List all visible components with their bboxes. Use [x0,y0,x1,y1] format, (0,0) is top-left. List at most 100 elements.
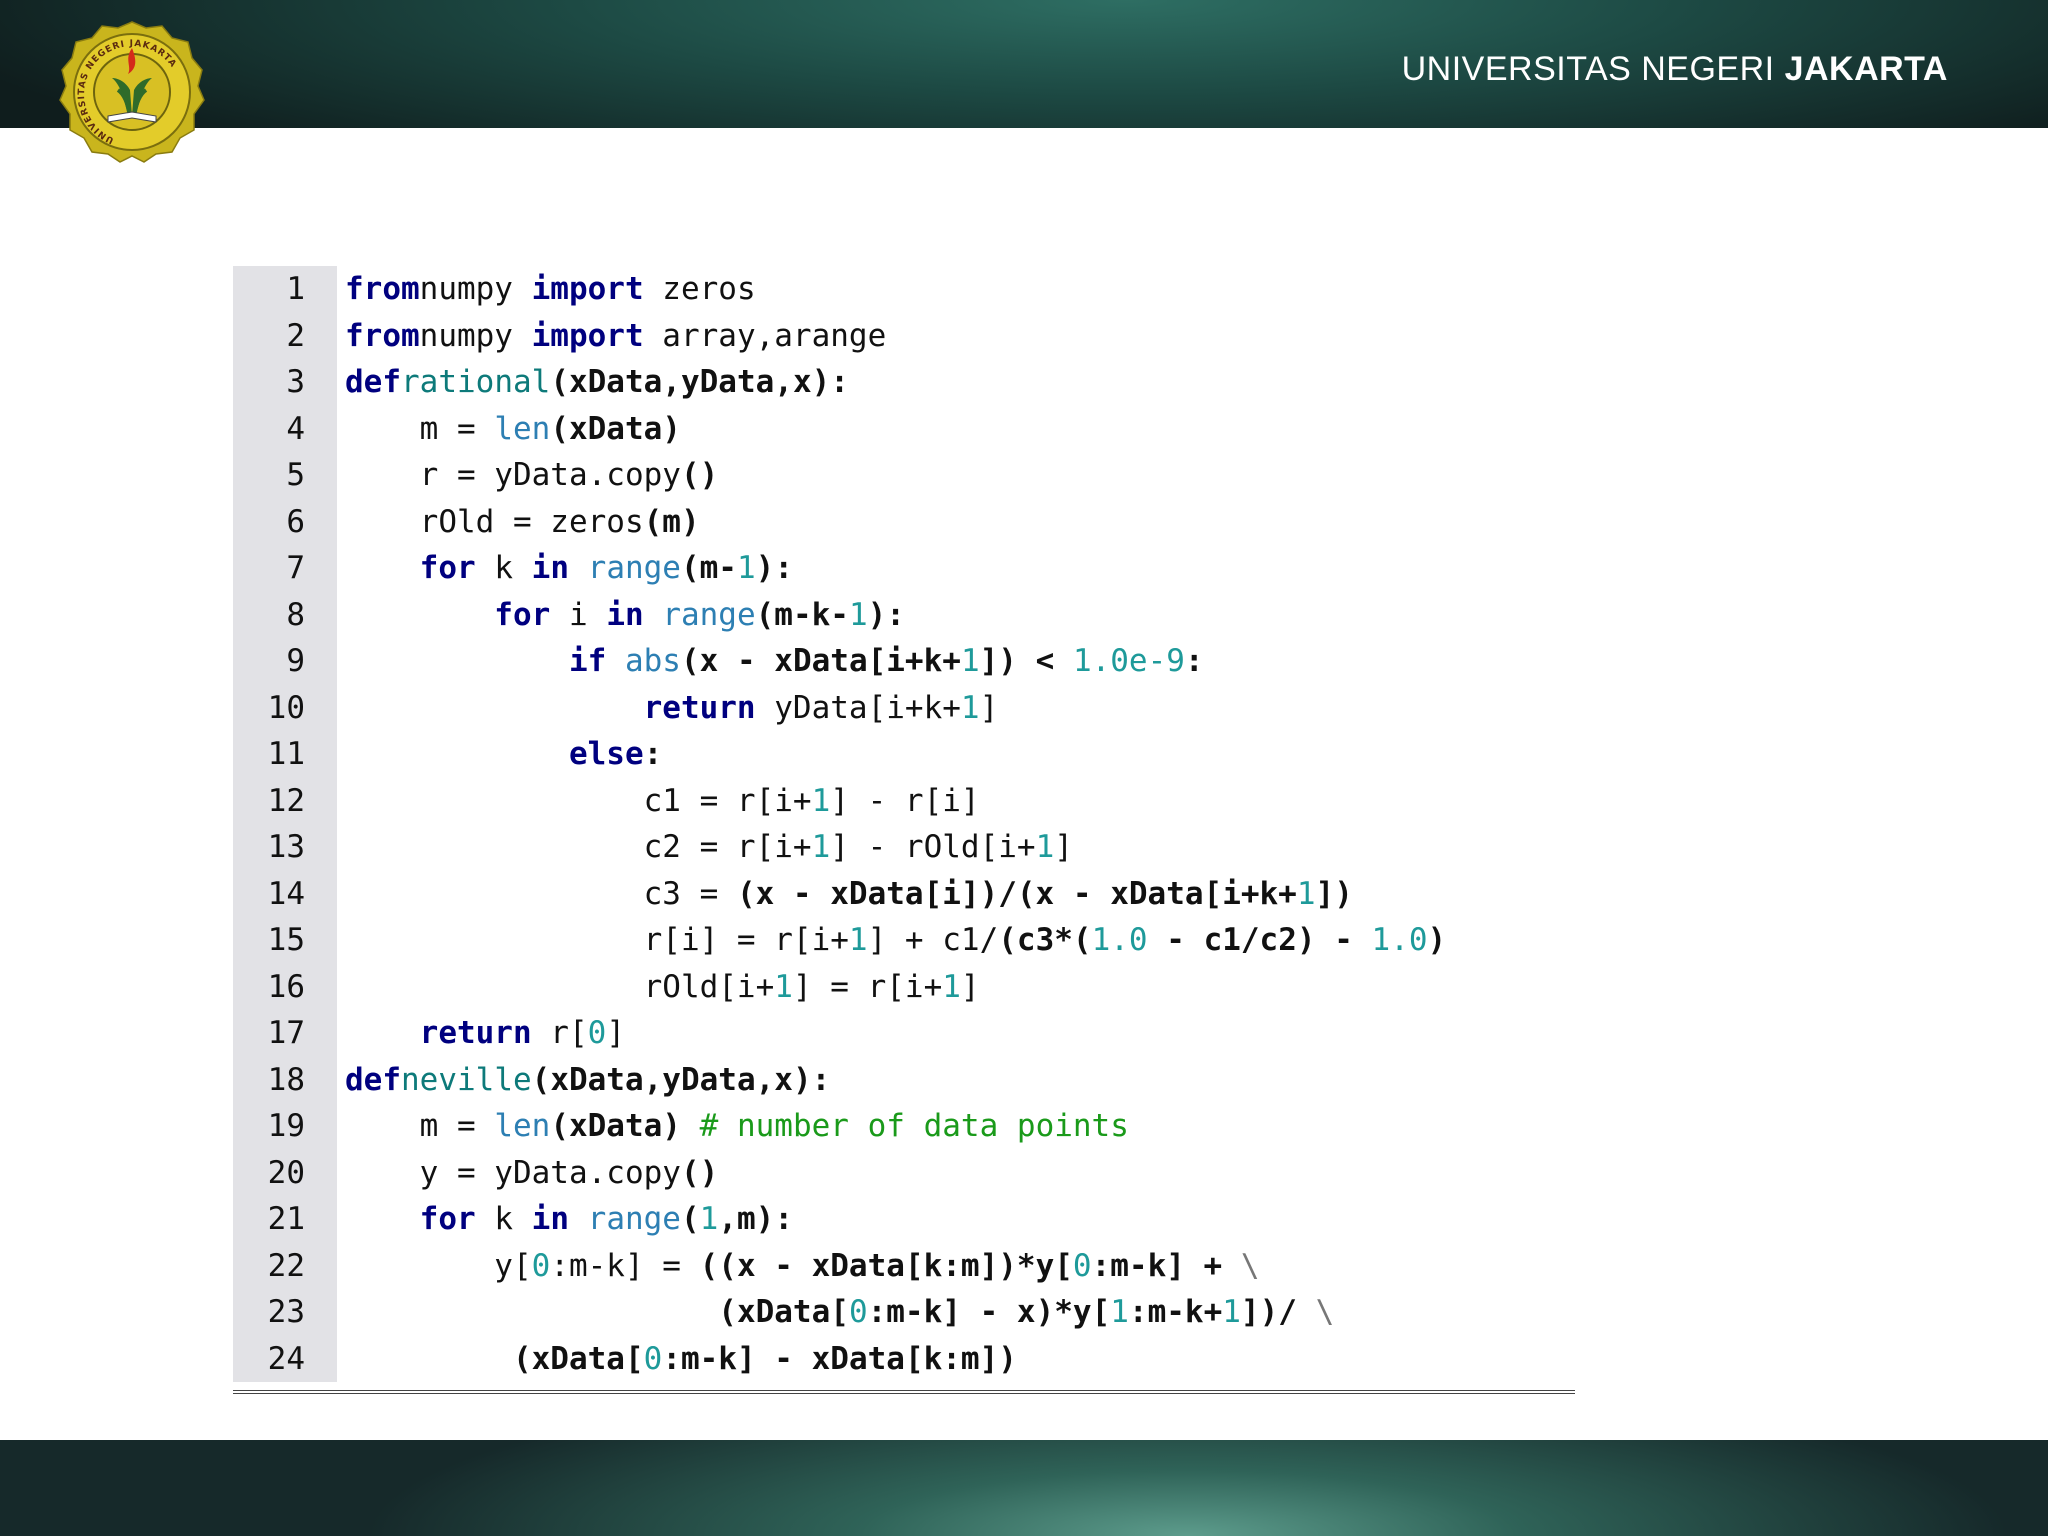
code-text: return r[0] [345,1010,625,1057]
line-number: 13 [267,829,305,865]
line-number: 22 [267,1247,305,1284]
code-token: numpy [419,271,532,307]
code-text: rOld[i+1] = r[i+1] [345,964,980,1011]
code-text: defrational(xData,yData,x): [345,359,849,406]
code-token: :m-k+ [1128,1294,1223,1330]
code-text: fromnumpy import array,arange [345,313,886,360]
code-line: 21 for k in range(1,m): [233,1196,1575,1243]
code-token: neville [401,1061,532,1098]
code-token: if [345,643,607,679]
code-token: from [345,317,420,354]
code-token: 1 [811,829,831,865]
line-number: 15 [267,922,305,958]
code-token: 0 [1072,1247,1092,1284]
code-token: r[ [531,1015,588,1051]
code-line: 20 y = yData.copy() [233,1150,1575,1197]
code-token: :m-k] - x)*y[ [867,1294,1111,1330]
footer-bar [0,1440,2048,1536]
code-token: () [680,457,719,493]
code-text: rOld = zeros(m) [345,499,700,546]
code-token: c2 = r[i+ [345,829,812,865]
line-number: 12 [267,782,305,819]
code-token: ] - r[i] [830,782,980,819]
code-token: ): [867,596,905,633]
code-token: y = yData.copy [345,1154,681,1191]
code-token: 1 [960,689,980,726]
code-text: return yData[i+k+1] [345,685,999,732]
code-token: len [494,410,551,447]
code-token: yData[i+k+ [755,689,961,726]
code-token: 0 [643,1340,663,1377]
line-number: 4 [286,410,305,447]
line-number: 14 [267,875,305,912]
code-token: m = [345,1108,495,1144]
code-line: 10 return yData[i+k+1] [233,685,1575,732]
code-token: 1 [736,550,756,586]
code-text: for k in range(1,m): [345,1196,793,1243]
code-token: y[ [345,1247,532,1284]
code-token: (c3*( [998,922,1092,958]
code-token: (m) [643,503,700,540]
code-token: ]) [1315,875,1353,912]
code-token: abs [624,643,681,679]
code-text: m = len(xData) [345,406,681,453]
code-token: in [531,550,569,586]
code-text: r[i] = r[i+1] + c1/(c3*(1.0 - c1/c2) - 1… [345,917,1447,964]
code-token: 1 [1035,829,1055,865]
university-logo: UNIVERSITAS NEGERI JAKARTA [59,21,205,163]
code-token: 1 [848,596,868,633]
code-token: def [345,1061,401,1098]
code-text: y[0:m-k] = ((x - xData[k:m])*y[0:m-k] + … [345,1243,1260,1290]
code-token: : [643,736,663,772]
code-line: 2 fromnumpy import array,arange [233,313,1575,360]
line-number: 2 [286,317,305,354]
code-token: array,arange [643,317,887,354]
code-token: 1 [1110,1294,1129,1330]
code-line: 24 (xData[0:m-k] - xData[k:m]) [233,1336,1575,1383]
code-token: ( [680,1201,700,1237]
code-token: (m- [680,550,737,586]
code-token: k [475,1201,532,1237]
line-number: 11 [267,736,305,772]
code-token: :m-k] + [1091,1247,1241,1284]
code-token: (xData[ [512,1340,644,1377]
code-token: \ [1240,1247,1260,1284]
code-token: import [531,317,644,354]
code-token: ,m): [718,1201,793,1237]
university-title-regular: UNIVERSITAS NEGERI [1401,50,1775,88]
code-token: r = yData.copy [345,457,681,493]
code-token: 0 [531,1247,551,1284]
code-text: r = yData.copy() [345,452,719,499]
code-token: zeros [643,271,756,307]
code-line: 4 m = len(xData) [233,406,1575,453]
code-token: for [345,550,476,586]
code-token: rOld[i+ [345,968,775,1005]
code-token: return [345,689,756,726]
code-text: c1 = r[i+1] - r[i] [345,778,980,825]
code-token: ] [960,968,980,1005]
line-number: 6 [286,503,305,540]
code-token: (m-k- [755,596,849,633]
code-token: ): [755,550,793,586]
code-token: ] + c1/ [867,922,999,958]
code-line: 13 c2 = r[i+1] - rOld[i+1] [233,824,1575,871]
code-token: in [606,596,644,633]
code-text: if abs(x - xData[i+k+1]) < 1.0e-9: [345,638,1204,685]
line-number: 5 [286,457,305,493]
code-text: c2 = r[i+1] - rOld[i+1] [345,824,1073,871]
code-token: (xData) [550,410,681,447]
university-title: UNIVERSITAS NEGERI JAKARTA [1402,50,1948,89]
code-token: return [345,1015,532,1051]
code-token: in [531,1201,569,1237]
code-token: 1.0e-9 [1072,643,1185,679]
code-token: range [662,596,756,633]
line-number: 19 [267,1108,305,1144]
code-text: for i in range(m-k-1): [345,592,905,639]
code-token: - c1/c2) - [1147,922,1372,958]
line-number: 18 [267,1061,305,1098]
code-line: 7 for k in range(m-1): [233,545,1575,592]
code-line: 11 else: [233,731,1575,778]
university-title-bold: JAKARTA [1784,50,1948,88]
